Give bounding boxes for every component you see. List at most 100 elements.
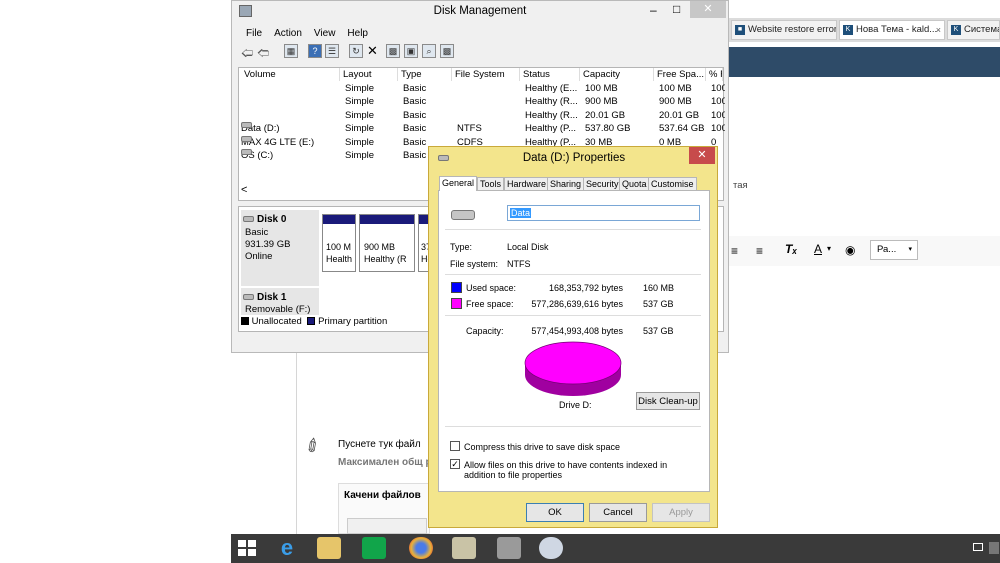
tab-tools[interactable]: Tools: [477, 177, 505, 190]
snipping-tool-icon[interactable]: [452, 537, 476, 559]
col-layout[interactable]: Layout: [340, 68, 398, 81]
show-desktop-icon[interactable]: [989, 542, 999, 554]
volume-name-input[interactable]: Data: [507, 205, 700, 221]
volume-row[interactable]: Simple Basic Healthy (R... 20.01 GB 20.01 GB…: [241, 109, 725, 122]
divider: [445, 229, 701, 230]
properties-dialog: Data (D:) Properties ✕ General Tools Har…: [428, 146, 718, 528]
align-right-icon[interactable]: ≡: [731, 244, 738, 258]
disk0-state: Online: [245, 251, 273, 262]
file-system-value: NTFS: [507, 259, 531, 269]
tab-favicon-icon: K: [951, 25, 961, 35]
cell-type: Basic: [403, 96, 427, 108]
tab-general[interactable]: General: [439, 176, 478, 191]
scroll-left-arrow[interactable]: <: [241, 184, 247, 196]
used-space-size: 160 MB: [643, 283, 675, 293]
tab-hardware[interactable]: Hardware: [504, 177, 550, 190]
tab-sistemat[interactable]: KСистемат: [947, 20, 1000, 40]
tab-label: Системат: [964, 24, 999, 35]
disk0-name: Disk 0: [257, 214, 287, 225]
internet-explorer-icon[interactable]: e: [275, 537, 299, 559]
tab-customise[interactable]: Customise: [648, 177, 697, 190]
chevron-down-icon[interactable]: ▾: [827, 244, 831, 253]
tab-website-restore[interactable]: ■ Website restore error: [731, 20, 837, 40]
list-view-icon[interactable]: ☰: [325, 44, 339, 58]
tab-close-icon[interactable]: ×: [936, 21, 941, 39]
paint-icon[interactable]: [539, 537, 563, 559]
index-checkbox[interactable]: ✓: [450, 459, 460, 469]
menu-help[interactable]: Help: [347, 28, 368, 39]
clear-format-icon[interactable]: Tₓ: [785, 242, 797, 256]
disk-cleanup-button[interactable]: Disk Clean-up: [636, 392, 700, 410]
tab-label: Нова Тема - kald...: [856, 24, 938, 35]
col-percent-free[interactable]: % F: [706, 68, 723, 81]
align-justify-icon[interactable]: ≡: [756, 244, 763, 258]
close-icon[interactable]: ✕: [689, 147, 715, 164]
partition-size: 900 MB: [364, 242, 396, 252]
menu-file[interactable]: File: [246, 28, 262, 39]
partition-block[interactable]: 900 MB Healthy (R: [359, 214, 415, 272]
type-value: Local Disk: [507, 242, 549, 252]
chrome-icon[interactable]: [409, 537, 433, 559]
drop-files-text: Пуснете тук файл: [338, 439, 421, 450]
volume-drive-icon: [241, 122, 252, 129]
tab-quota[interactable]: Quota: [619, 177, 650, 190]
tab-security[interactable]: Security: [583, 177, 622, 190]
disk-icon[interactable]: ▩: [440, 44, 454, 58]
cell-fs: NTFS: [457, 123, 482, 135]
back-arrow-icon[interactable]: 🢠: [241, 44, 253, 65]
cell-status: Healthy (R...: [525, 109, 578, 121]
minimize-icon[interactable]: –: [650, 3, 657, 17]
disk-icon: [243, 294, 254, 301]
free-space-bytes: 577,286,639,616 bytes: [531, 299, 623, 309]
max-size-text: Максимален общ р: [338, 457, 432, 468]
ok-button[interactable]: OK: [526, 503, 584, 522]
cancel-button[interactable]: Cancel: [589, 503, 647, 522]
col-volume[interactable]: Volume: [241, 68, 340, 81]
menu-action[interactable]: Action: [274, 28, 302, 39]
partition-block[interactable]: 100 M Health: [322, 214, 356, 272]
disk1-info[interactable]: Disk 1 Removable (F:): [241, 288, 319, 315]
cell-capacity: 900 MB: [585, 96, 618, 108]
disk0-info[interactable]: Disk 0 Basic 931.39 GB Online: [241, 210, 319, 286]
menu-view[interactable]: View: [314, 28, 336, 39]
start-icon[interactable]: [238, 540, 256, 557]
uploaded-file-thumbnail[interactable]: [347, 518, 427, 534]
legend-swatch: [307, 317, 316, 325]
drive-label: Drive D:: [559, 400, 592, 410]
cell-capacity: 20.01 GB: [585, 109, 626, 121]
tab-sharing[interactable]: Sharing: [547, 177, 585, 190]
check-disk-icon[interactable]: ▣: [404, 44, 418, 58]
store-icon[interactable]: [362, 537, 386, 559]
font-color-icon[interactable]: A: [814, 242, 822, 256]
refresh-icon[interactable]: ↻: [349, 44, 363, 58]
volume-row[interactable]: Simple Basic Healthy (R... 900 MB 900 MB 100: [241, 95, 725, 108]
tab-nova-tema[interactable]: K Нова Тема - kald... ×: [839, 20, 945, 40]
editor-toolbar: [729, 236, 1000, 266]
volume-row[interactable]: Data (D:) Simple Basic NTFS Healthy (P... 537…: [241, 122, 725, 135]
keyboard-icon[interactable]: [973, 543, 983, 551]
volume-name-value: Data: [510, 208, 532, 218]
uploaded-files-label: Качени файлов: [344, 490, 421, 501]
col-type[interactable]: Type: [398, 68, 452, 81]
col-file-system[interactable]: File System: [452, 68, 520, 81]
close-icon[interactable]: ✕: [690, 1, 726, 18]
compress-checkbox[interactable]: [450, 441, 460, 451]
file-explorer-icon[interactable]: [317, 537, 341, 559]
volume-row[interactable]: Simple Basic Healthy (E... 100 MB 100 MB 100: [241, 82, 725, 95]
maximize-icon[interactable]: □: [673, 2, 680, 16]
col-capacity[interactable]: Capacity: [580, 68, 654, 81]
delete-icon[interactable]: ✕: [367, 43, 378, 59]
find-icon[interactable]: ⌕: [422, 44, 436, 58]
apply-button[interactable]: Apply: [652, 503, 710, 522]
help-icon[interactable]: ?: [308, 44, 322, 58]
preview-eye-icon[interactable]: ◉: [845, 243, 855, 257]
disk-management-icon[interactable]: [497, 537, 521, 559]
col-status[interactable]: Status: [520, 68, 580, 81]
cell-volume: Data (D:): [241, 122, 340, 135]
col-free-space[interactable]: Free Spa...: [654, 68, 706, 81]
console-tree-icon[interactable]: ▦: [284, 44, 298, 58]
paragraph-dropdown[interactable]: Ра... ▾: [870, 240, 918, 260]
forward-arrow-icon[interactable]: 🢢: [257, 44, 269, 65]
cell-free: 537.64 GB: [659, 123, 705, 135]
properties-icon[interactable]: ▩: [386, 44, 400, 58]
